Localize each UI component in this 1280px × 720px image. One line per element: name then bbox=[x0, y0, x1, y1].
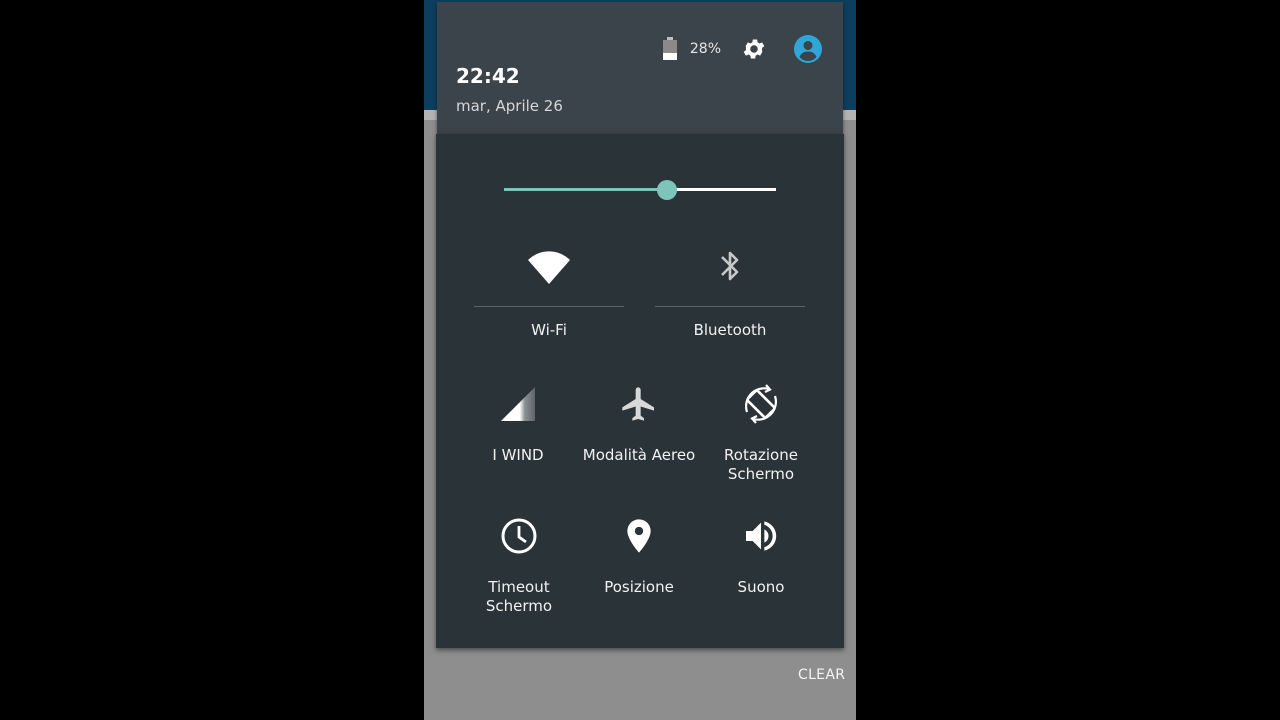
location-icon bbox=[627, 519, 651, 553]
account-icon[interactable] bbox=[793, 34, 823, 64]
cell-signal-icon bbox=[501, 387, 535, 421]
airplane-icon bbox=[622, 387, 654, 421]
volume-icon bbox=[746, 521, 777, 551]
tile-label: Timeout Schermo bbox=[486, 578, 552, 616]
tile-wifi[interactable]: Wi-Fi bbox=[474, 244, 624, 340]
bluetooth-icon bbox=[721, 251, 739, 281]
wifi-icon bbox=[528, 251, 570, 284]
quick-settings-panel: Wi-Fi Bluetooth I WIND Modalità Aereo Ro… bbox=[436, 134, 844, 648]
tile-label: Posizione bbox=[604, 578, 674, 596]
rotation-icon bbox=[744, 384, 778, 424]
battery-percentage: 28% bbox=[689, 41, 721, 57]
notification-header: 28% 22:42 mar, Aprile 26 bbox=[437, 2, 843, 134]
tile-mobile-data[interactable]: I WIND bbox=[456, 382, 580, 465]
phone-screen: 28% 22:42 mar, Aprile 26 Wi-Fi Bluetooth… bbox=[424, 0, 856, 720]
tile-airplane-mode[interactable]: Modalità Aereo bbox=[577, 382, 701, 465]
tile-label: Bluetooth bbox=[693, 321, 767, 339]
tile-auto-rotate[interactable]: Rotazione Schermo bbox=[699, 382, 823, 484]
clear-button[interactable]: CLEAR bbox=[798, 667, 845, 683]
tile-divider bbox=[474, 306, 624, 307]
tile-label-line2: Schermo bbox=[727, 465, 795, 483]
tile-divider bbox=[655, 306, 805, 307]
status-icons: 28% bbox=[662, 34, 823, 64]
tile-label-line1: Timeout bbox=[488, 578, 550, 596]
tile-label: Rotazione Schermo bbox=[724, 446, 798, 484]
date-text: mar, Aprile 26 bbox=[456, 97, 563, 115]
tile-label: I WIND bbox=[492, 446, 544, 464]
tile-screen-timeout[interactable]: Timeout Schermo bbox=[457, 514, 581, 616]
tile-bluetooth[interactable]: Bluetooth bbox=[655, 244, 805, 340]
tile-label-line2: Schermo bbox=[485, 597, 553, 615]
tile-label: Modalità Aereo bbox=[582, 446, 696, 464]
slider-thumb[interactable] bbox=[657, 180, 678, 200]
clock-icon bbox=[501, 518, 537, 554]
tile-label: Suono bbox=[737, 578, 785, 596]
tile-label: Wi-Fi bbox=[531, 321, 567, 339]
gear-icon[interactable] bbox=[741, 36, 767, 62]
tile-location[interactable]: Posizione bbox=[577, 514, 701, 597]
slider-fill bbox=[504, 188, 668, 191]
tile-sound[interactable]: Suono bbox=[699, 514, 823, 597]
tile-label-line1: Rotazione bbox=[724, 446, 798, 464]
brightness-slider[interactable] bbox=[504, 180, 776, 200]
clock-time: 22:42 bbox=[456, 64, 520, 88]
battery-icon bbox=[662, 37, 677, 60]
